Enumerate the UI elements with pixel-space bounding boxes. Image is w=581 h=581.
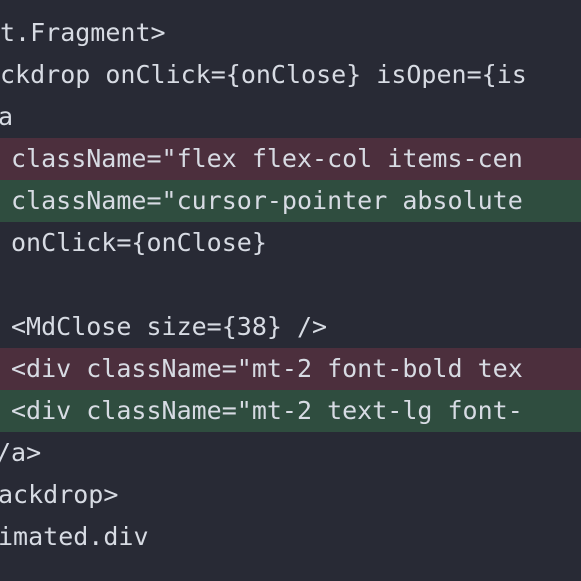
code-line: ckdrop onClick={onClose} isOpen={is <box>0 54 581 96</box>
code-line-text: <div className="mt-2 text-lg font- <box>11 396 523 425</box>
code-line-text: ackdrop> <box>0 480 119 509</box>
code-diff-editor: t.Fragment> ckdrop onClick={onClose} isO… <box>0 0 581 581</box>
code-line-text: onClick={onClose} <box>11 228 267 257</box>
code-line-text: imated.div <box>0 522 149 551</box>
code-line-text: t.Fragment> <box>0 18 166 47</box>
code-line: <MdClose size={38} /> <box>0 306 581 348</box>
code-line: a <box>0 96 581 138</box>
code-line-removed: className="flex flex-col items-cen <box>0 138 581 180</box>
code-line: /a> <box>0 432 581 474</box>
code-line: imated.div <box>0 516 581 558</box>
code-line: ackdrop> <box>0 474 581 516</box>
code-line: onClick={onClose} <box>0 222 581 264</box>
code-line-added: className="cursor-pointer absolute <box>0 180 581 222</box>
code-line-text: /a> <box>0 438 42 467</box>
code-line-text: a <box>0 102 14 131</box>
code-line-removed: <div className="mt-2 font-bold tex <box>0 348 581 390</box>
code-line-text: ckdrop onClick={onClose} isOpen={is <box>0 60 527 89</box>
code-line-text: <div className="mt-2 font-bold tex <box>11 354 523 383</box>
code-line-text: <MdClose size={38} /> <box>11 312 328 341</box>
code-line-text: className="cursor-pointer absolute <box>11 186 523 215</box>
code-line-added: <div className="mt-2 text-lg font- <box>0 390 581 432</box>
code-line: t.Fragment> <box>0 12 581 54</box>
code-line-text: className="flex flex-col items-cen <box>11 144 523 173</box>
